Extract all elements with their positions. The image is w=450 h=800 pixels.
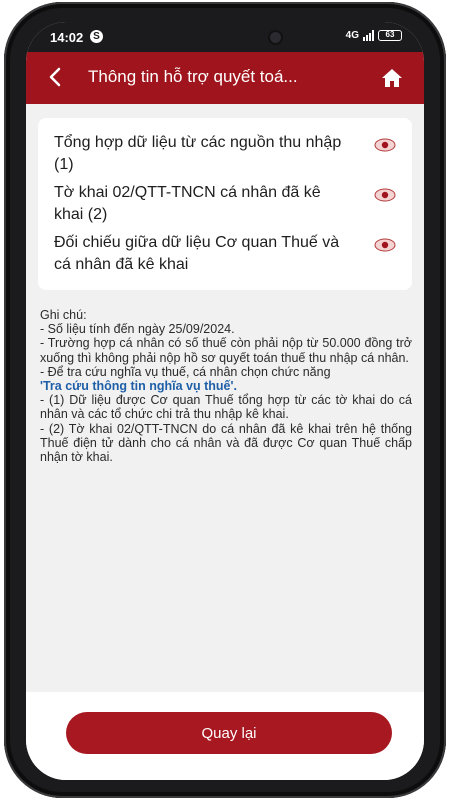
app-notification-icon: S [90,30,103,43]
phone-frame: 14:02 S 4G 63 Thông tin hỗ trợ quyết toá… [4,2,446,798]
list-item-income-summary[interactable]: Tổng hợp dữ liệu từ các nguồn thu nhập (… [54,132,404,178]
app-screen: 14:02 S 4G 63 Thông tin hỗ trợ quyết toá… [26,22,424,780]
status-bar: 14:02 S 4G 63 [26,22,424,52]
bottom-bar: Quay lại [26,692,424,780]
list-item-label: Đối chiếu giữa dữ liệu Cơ quan Thuế và c… [54,234,340,273]
front-camera [270,32,281,43]
signal-icon [363,30,374,41]
list-item-label: Tờ khai 02/QTT-TNCN cá nhân đã kê khai (… [54,184,321,223]
eye-icon[interactable] [374,138,396,152]
list-item-tax-return[interactable]: Tờ khai 02/QTT-TNCN cá nhân đã kê khai (… [54,182,404,228]
network-label: 4G [345,30,359,41]
home-icon[interactable] [380,66,404,90]
list-item-label: Tổng hợp dữ liệu từ các nguồn thu nhập (… [54,134,342,173]
back-button[interactable]: Quay lại [66,712,392,754]
status-time: 14:02 [50,30,84,45]
notes-title: Ghi chú: [40,308,87,322]
app-header: Thông tin hỗ trợ quyết toá... [26,52,424,104]
eye-icon[interactable] [374,238,396,252]
chevron-left-icon[interactable] [44,64,68,90]
note-line: - Trường hợp cá nhân có số thuế còn phải… [40,336,412,365]
report-list-card: Tổng hợp dữ liệu từ các nguồn thu nhập (… [38,118,412,290]
note-line: - (2) Tờ khai 02/QTT-TNCN do cá nhân đã … [40,421,412,465]
note-line: - (1) Dữ liệu được Cơ quan Thuế tổng hợp… [40,393,412,422]
status-right: 4G 63 [346,30,402,41]
notes-section: Ghi chú: - Số liệu tính đến ngày 25/09/2… [40,308,412,464]
page-title: Thông tin hỗ trợ quyết toá... [88,67,298,86]
tax-obligation-lookup-link[interactable]: 'Tra cứu thông tin nghĩa vụ thuế'. [40,379,412,393]
list-item-comparison[interactable]: Đối chiếu giữa dữ liệu Cơ quan Thuế và c… [54,232,404,278]
note-line: - Số liệu tính đến ngày 25/09/2024. [40,322,235,337]
note-line: - Để tra cứu nghĩa vụ thuế, cá nhân chọn… [40,364,331,379]
battery-icon: 63 [378,30,402,41]
eye-icon[interactable] [374,188,396,202]
